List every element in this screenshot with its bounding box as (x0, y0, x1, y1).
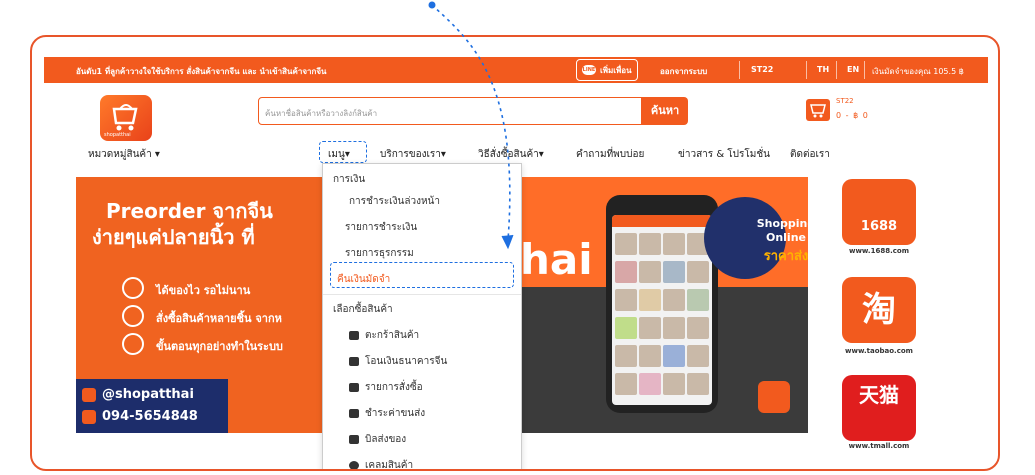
logo-caption: www.1688.com (848, 247, 909, 255)
deposit-balance: เงินมัดจำของคุณ 105.5 ฿ (872, 67, 964, 76)
nav-faq[interactable]: คำถามที่พบบ่อย (576, 147, 644, 162)
menu-dropdown: การเงิน การชำระเงินล่วงหน้า รายการชำระเง… (322, 163, 522, 469)
cart-icon[interactable] (806, 99, 830, 121)
truck-icon (349, 434, 359, 444)
menu-highlight-box (319, 141, 367, 163)
dropdown-item-delivery-bill[interactable]: บิลส่งของ (365, 434, 406, 445)
nav-how-to-order[interactable]: วิธีสั่งซื้อสินค้า▾ (478, 147, 544, 162)
box-icon (122, 305, 144, 327)
money-icon (349, 356, 359, 366)
nav-contact[interactable]: ติดต่อเรา (790, 147, 830, 162)
contact-box: @shopatthai 094-5654848 (76, 379, 228, 433)
logo-tmall[interactable]: 天猫 (842, 375, 916, 441)
dropdown-item-orders[interactable]: รายการสั่งซื้อ (365, 382, 423, 393)
dropdown-item-claim[interactable]: เคลมสินค้า (365, 460, 413, 469)
dropdown-item-cart[interactable]: ตะกร้าสินค้า (365, 330, 419, 341)
dropdown-section-shop: เลือกซื้อสินค้า (333, 304, 393, 315)
dropdown-item-payments[interactable]: รายการชำระเงิน (345, 220, 417, 235)
search-input[interactable]: ค้นหาชื่อสินค้าหรือวางลิงก์สินค้า (258, 97, 642, 125)
page-frame: อันดับ1 ที่ลูกค้าวางใจใช้บริการ สั่งสินค… (30, 35, 1000, 471)
cart-icon (349, 330, 359, 340)
badge-line: Online (765, 231, 806, 244)
dropdown-item-pay-shipping[interactable]: ชำระค่าขนส่ง (365, 408, 425, 419)
line-icon: LINE (582, 65, 596, 75)
cart-amount: 0 - ฿ 0 (836, 111, 869, 120)
line-button-label: เพิ่มเพื่อน (600, 65, 632, 75)
divider (806, 61, 807, 79)
slogan-text: อันดับ1 ที่ลูกค้าวางใจใช้บริการ สั่งสินค… (76, 67, 327, 76)
lightning-icon (122, 277, 144, 299)
logo-tmall-text: 天猫 (859, 383, 899, 407)
refund-highlight-box (330, 262, 514, 288)
top-bar: อันดับ1 ที่ลูกค้าวางใจใช้บริการ สั่งสินค… (44, 57, 988, 83)
phone-mockup (606, 195, 718, 413)
cart-user-label: ST22 (836, 97, 854, 105)
divider (739, 61, 740, 79)
banner-feature: ขั้นตอนทุกอย่างทำในระบบ (156, 340, 283, 353)
dropdown-divider (323, 294, 521, 295)
logo-1688[interactable]: 1688 (842, 179, 916, 245)
shopping-badge: Shopping Online ราคาส่ง (704, 197, 808, 279)
logo-taobao[interactable]: 淘 (842, 277, 916, 343)
dropdown-item-china-transfer[interactable]: โอนเงินธนาคารจีน (365, 356, 447, 367)
logo-caption: shopatthai (104, 132, 131, 138)
banner-feature: ได้ของไว รอไม่นาน (156, 284, 251, 297)
banner-brand: hai (520, 235, 593, 284)
banner-subtitle: ง่ายๆแค่ปลายนิ้ว ที่ (92, 225, 255, 249)
divider (864, 61, 865, 79)
user-menu[interactable]: ST22 (751, 65, 773, 74)
phone-icon (82, 409, 96, 424)
phone-number: 094-5654848 (102, 409, 198, 424)
badge-line: ราคาส่ง (763, 249, 808, 264)
question-icon (349, 460, 359, 469)
logo-caption: www.taobao.com (845, 347, 913, 355)
list-icon (349, 382, 359, 392)
dropdown-item-prepay[interactable]: การชำระเงินล่วงหน้า (349, 194, 440, 209)
nav-categories[interactable]: หมวดหมู่สินค้า ▾ (88, 147, 160, 162)
nav-news[interactable]: ข่าวสาร & โปรโมชั่น (678, 147, 770, 162)
social-handle: @shopatthai (102, 387, 194, 402)
logout-link[interactable]: ออกจากระบบ (660, 65, 707, 78)
search-button[interactable]: ค้นหา (642, 97, 688, 125)
badge-line: Shopping (756, 217, 808, 230)
banner-feature: สั่งซื้อสินค้าหลายชิ้น จากห (156, 312, 282, 325)
dropdown-section-finance: การเงิน (333, 174, 366, 185)
shield-icon (122, 333, 144, 355)
nav-services[interactable]: บริการของเรา▾ (380, 147, 446, 162)
line-add-friend-button[interactable]: LINE เพิ่มเพื่อน (576, 59, 638, 81)
lang-en[interactable]: EN (847, 65, 859, 74)
lang-th[interactable]: TH (817, 65, 829, 74)
at-icon (82, 387, 96, 402)
divider (836, 61, 837, 79)
logo-caption: www.tmall.com (848, 442, 910, 450)
shopping-bag-icon (758, 381, 790, 413)
logo-taobao-text: 淘 (862, 290, 896, 330)
logo-1688-text: 1688 (860, 219, 898, 234)
box-icon (349, 408, 359, 418)
dropdown-item-transactions[interactable]: รายการธุรกรรม (345, 246, 414, 261)
